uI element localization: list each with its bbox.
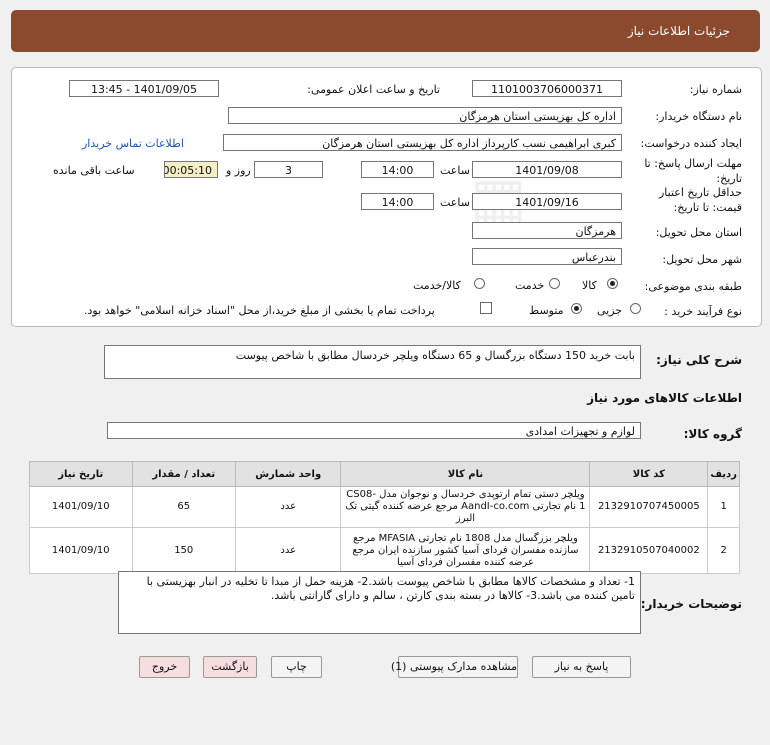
requester-field: کبری ابراهیمی نسب کارپرداز اداره کل بهزی… (223, 134, 622, 151)
need-number-label: شماره نیاز: (689, 83, 742, 96)
deadline-label-line2: تاریخ: (716, 172, 742, 185)
city-label: شهر محل تحویل: (662, 253, 742, 266)
cell-qty: 65 (131, 486, 236, 528)
cell-row: 1 (707, 486, 740, 528)
buyer-org-label: نام دستگاه خریدار: (655, 110, 742, 123)
cell-name: ویلچر دستی تمام ارتوپدی خردسال و نوجوان … (340, 486, 591, 528)
validity-date-field: 1401/09/16 (472, 193, 622, 210)
cell-name: ویلچر بزرگسال مدل 1808 نام تجارتی MFASIA… (340, 527, 591, 574)
table-header-row: ردیف کد کالا نام کالا واحد شمارش تعداد /… (29, 461, 740, 487)
page-title: جزئیات اطلاعات نیاز (627, 24, 730, 38)
category-radio-goods[interactable] (607, 278, 618, 289)
col-date: تاریخ نیاز (29, 461, 133, 487)
treasury-note: پرداخت تمام یا بخشی از مبلغ خرید،از محل … (84, 304, 435, 317)
col-name: نام کالا (340, 461, 591, 487)
validity-time-field: 14:00 (361, 193, 434, 210)
process-radio-minor[interactable] (630, 303, 641, 314)
deadline-label-line1: مهلت ارسال پاسخ: تا (644, 157, 742, 170)
cell-unit: عدد (234, 527, 342, 574)
col-row: ردیف (707, 461, 740, 487)
cell-code: 2132910507040002 (589, 527, 709, 574)
remaining-time-field: 00:05:10 (164, 161, 218, 178)
remaining-label: ساعت باقی مانده (53, 164, 135, 177)
category-option-goods: کالا (582, 279, 597, 292)
summary-label: شرح کلی نیاز: (656, 353, 742, 367)
page-title-bar: جزئیات اطلاعات نیاز (11, 10, 760, 52)
col-code: کد کالا (589, 461, 709, 487)
col-qty: تعداد / مقدار (131, 461, 236, 487)
back-button[interactable]: بازگشت (203, 656, 257, 678)
cell-unit: عدد (234, 486, 342, 528)
table-row: 2 2132910507040002 ویلچر بزرگسال مدل 180… (29, 527, 740, 574)
goods-group-field: لوازم و تجهیزات امدادی (107, 422, 641, 439)
exit-button[interactable]: خروج (139, 656, 190, 678)
days-label: روز و (226, 164, 251, 177)
buyer-org-field: اداره کل بهزیستی استان هرمزگان (228, 107, 622, 124)
reply-button[interactable]: پاسخ به نیاز (532, 656, 631, 678)
days-count-field: 3 (254, 161, 323, 178)
process-radio-medium[interactable] (571, 303, 582, 314)
validity-label-line2: قیمت: تا تاریخ: (673, 201, 742, 214)
category-option-service: خدمت (515, 279, 545, 292)
cell-date: 1401/09/10 (29, 486, 133, 528)
view-attachments-button[interactable]: مشاهده مدارک پیوستی (1) (391, 656, 518, 678)
treasury-checkbox[interactable] (480, 302, 492, 314)
process-option-medium: متوسط (529, 304, 564, 317)
process-label: نوع فرآیند خرید : (664, 305, 742, 318)
process-option-minor: جزیی (597, 304, 623, 317)
goods-group-label: گروه کالا: (683, 427, 742, 441)
buyer-contact-link[interactable]: اطلاعات تماس خریدار (82, 137, 184, 150)
goods-table: ردیف کد کالا نام کالا واحد شمارش تعداد /… (29, 461, 740, 574)
cell-date: 1401/09/10 (29, 527, 133, 574)
table-row: 1 2132910707450005 ویلچر دستی تمام ارتوپ… (29, 486, 740, 528)
province-field: هرمزگان (472, 222, 622, 239)
validity-time-label: ساعت (440, 196, 470, 209)
buyer-notes-label: توضیحات خریدار: (640, 597, 742, 611)
deadline-time-label: ساعت (440, 164, 470, 177)
category-radio-goods-service[interactable] (474, 278, 485, 289)
category-label: طبقه بندی موضوعی: (644, 280, 742, 293)
category-option-goods-service: کالا/خدمت (413, 279, 461, 292)
deadline-date-field: 1401/09/08 (472, 161, 622, 178)
buyer-notes-text: 1- تعداد و مشخصات کالاها مطابق با شاخص پ… (118, 571, 641, 634)
announce-label: تاریخ و ساعت اعلان عمومی: (307, 83, 440, 96)
category-radio-service[interactable] (549, 278, 560, 289)
city-field: بندرعباس (472, 248, 622, 265)
print-button[interactable]: چاپ (271, 656, 322, 678)
goods-info-title: اطلاعات کالاهای مورد نیاز (587, 391, 742, 405)
need-number-field: 1101003706000371 (472, 80, 622, 97)
cell-code: 2132910707450005 (589, 486, 709, 528)
cell-row: 2 (707, 527, 740, 574)
summary-text: بابت خرید 150 دستگاه بزرگسال و 65 دستگاه… (104, 345, 641, 379)
deadline-time-field: 14:00 (361, 161, 434, 178)
requester-label: ایجاد کننده درخواست: (640, 137, 742, 150)
province-label: استان محل تحویل: (655, 226, 742, 239)
validity-label-line1: حداقل تاریخ اعتبار (658, 186, 742, 199)
announce-field: 1401/09/05 - 13:45 (69, 80, 219, 97)
cell-qty: 150 (131, 527, 236, 574)
col-unit: واحد شمارش (234, 461, 342, 487)
